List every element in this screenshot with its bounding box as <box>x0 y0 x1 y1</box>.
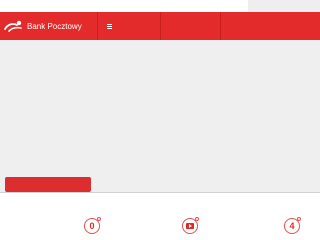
hamburger-menu-icon <box>107 23 112 29</box>
menu-button[interactable] <box>98 12 160 40</box>
top-strip-gray <box>248 0 320 12</box>
page: Bank Pocztowy 0 4 <box>0 0 320 240</box>
social-dot-icon <box>195 217 199 221</box>
bank-pocztowy-logo-icon <box>4 20 22 32</box>
social-bar <box>0 193 320 240</box>
social-four-icon[interactable]: 4 <box>284 217 301 234</box>
social-zero-label: 0 <box>89 221 95 231</box>
brand-name: Bank Pocztowy <box>27 21 82 31</box>
nav-cell[interactable] <box>161 12 220 40</box>
social-zero-icon[interactable]: 0 <box>84 217 101 234</box>
social-four-label: 4 <box>289 221 295 231</box>
social-dot-icon <box>297 217 301 221</box>
hero-cta-button[interactable] <box>5 177 91 192</box>
nav-cell[interactable] <box>221 12 320 40</box>
hero-banner <box>0 40 320 193</box>
brand-logo[interactable]: Bank Pocztowy <box>3 16 96 36</box>
social-dot-icon <box>97 217 101 221</box>
youtube-icon[interactable] <box>182 217 199 234</box>
youtube-play-icon <box>186 223 194 229</box>
